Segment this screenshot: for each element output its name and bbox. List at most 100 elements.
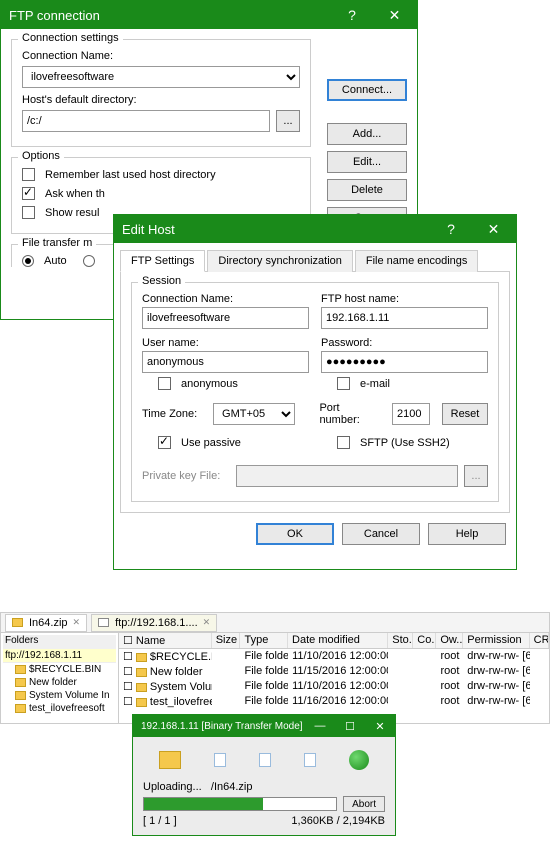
user-input[interactable]	[142, 351, 309, 373]
user-label: User name:	[142, 337, 199, 349]
tab-ftp-settings[interactable]: FTP Settings	[120, 250, 205, 272]
folder-icon	[136, 683, 147, 692]
table-row[interactable]: ☐ New folderFile folder11/15/2016 12:00:…	[119, 664, 549, 679]
folder-icon	[15, 665, 26, 674]
auto-label: Auto	[44, 255, 67, 267]
file-count: [ 1 / 1 ]	[143, 815, 177, 827]
other-radio[interactable]	[83, 255, 95, 267]
byte-count: 1,360KB / 2,194KB	[291, 815, 385, 827]
tab-archive[interactable]: In64.zip✕	[5, 614, 87, 632]
folder-icon	[15, 678, 26, 687]
close-icon[interactable]: ✕	[372, 1, 417, 29]
tab-dir-sync[interactable]: Directory synchronization	[207, 250, 353, 272]
remember-checkbox[interactable]	[22, 168, 35, 181]
xfer-titlebar: 192.168.1.11 [Binary Transfer Mode] — ☐ …	[133, 715, 395, 737]
edit-host-titlebar: Edit Host ? ✕	[114, 215, 516, 243]
port-input[interactable]	[392, 403, 430, 425]
pass-label: Password:	[321, 337, 372, 349]
close-icon[interactable]: ✕	[471, 215, 516, 243]
email-label: e-mail	[360, 378, 390, 390]
tree-item[interactable]: System Volume In	[3, 689, 116, 702]
file-list-pane: ☐ Name Size Type Date modified Sto... Co…	[119, 633, 549, 723]
table-row[interactable]: ☐ $RECYCLE.BINFile folder11/10/2016 12:0…	[119, 649, 549, 664]
host-input[interactable]	[321, 307, 488, 329]
folder-icon	[15, 704, 26, 713]
folder-icon	[136, 668, 147, 677]
remember-label: Remember last used host directory	[45, 169, 216, 181]
edit-button[interactable]: Edit...	[327, 151, 407, 173]
ftp-title: FTP connection	[9, 8, 332, 23]
options-legend: Options	[18, 150, 64, 162]
progress-bar	[143, 797, 337, 811]
delete-button[interactable]: Delete	[327, 179, 407, 201]
pass-input[interactable]	[321, 351, 488, 373]
port-label: Port number:	[319, 402, 380, 426]
connect-button[interactable]: Connect...	[327, 79, 407, 101]
cancel-button[interactable]: Cancel	[342, 523, 420, 545]
page-icon	[304, 753, 316, 767]
ask-label: Ask when th	[45, 188, 105, 200]
folder-tree-pane: Folders ftp://192.168.1.11 $RECYCLE.BINN…	[1, 633, 119, 723]
page-icon	[214, 753, 226, 767]
sftp-checkbox[interactable]	[337, 436, 350, 449]
tab-ftp[interactable]: ftp://192.168.1....✕	[91, 614, 217, 632]
auto-radio[interactable]	[22, 255, 34, 267]
address-bar[interactable]: ftp://192.168.1.11	[3, 649, 116, 663]
session-legend: Session	[138, 275, 185, 287]
folder-icon	[136, 698, 147, 707]
xfer-title: 192.168.1.11 [Binary Transfer Mode]	[141, 721, 305, 732]
help-icon[interactable]: ?	[431, 215, 471, 243]
passive-label: Use passive	[181, 437, 241, 449]
host-dir-input[interactable]	[22, 110, 270, 132]
edit-host-buttons: OK Cancel Help	[114, 513, 516, 555]
pkey-label: Private key File:	[142, 470, 230, 482]
abort-button[interactable]: Abort	[343, 796, 385, 812]
tree-item[interactable]: New folder	[3, 676, 116, 689]
tab-filename-enc[interactable]: File name encodings	[355, 250, 479, 272]
edit-host-dialog: Edit Host ? ✕ FTP Settings Directory syn…	[113, 214, 517, 570]
table-row[interactable]: ☐ System Volume InformationFile folder11…	[119, 679, 549, 694]
add-button[interactable]: Add...	[327, 123, 407, 145]
folder-icon	[159, 751, 181, 769]
connection-settings-group: Connection settings Connection Name: ilo…	[11, 39, 311, 147]
browse-dir-button[interactable]: ...	[276, 110, 300, 132]
anon-checkbox[interactable]	[158, 377, 171, 390]
page-icon	[259, 753, 271, 767]
show-checkbox[interactable]	[22, 206, 35, 219]
table-row[interactable]: ☐ test_ilovefreesoftwareFile folder11/16…	[119, 694, 549, 709]
close-icon[interactable]: ✕	[365, 715, 395, 737]
tree-item[interactable]: test_ilovefreesoft	[3, 702, 116, 715]
host-dir-label: Host's default directory:	[22, 94, 137, 106]
tz-label: Time Zone:	[142, 408, 201, 420]
email-checkbox[interactable]	[337, 377, 350, 390]
ftp-icon	[98, 618, 109, 627]
folder-icon	[136, 653, 147, 662]
folders-header: Folders	[3, 635, 116, 649]
tree-item[interactable]: $RECYCLE.BIN	[3, 663, 116, 676]
show-label: Show resul	[45, 207, 99, 219]
edit-host-title: Edit Host	[122, 222, 431, 237]
passive-checkbox[interactable]	[158, 436, 171, 449]
close-tab-icon[interactable]: ✕	[203, 617, 211, 628]
maximize-icon[interactable]: ☐	[335, 715, 365, 737]
conn-legend: Connection settings	[18, 32, 123, 44]
conn-name-select[interactable]: ilovefreesoftware	[22, 66, 300, 88]
globe-icon	[349, 750, 369, 770]
cname-input[interactable]	[142, 307, 309, 329]
sftp-label: SFTP (Use SSH2)	[360, 437, 450, 449]
ask-checkbox[interactable]	[22, 187, 35, 200]
ftp-titlebar: FTP connection ? ✕	[1, 1, 417, 29]
conn-name-label: Connection Name:	[22, 50, 113, 62]
ok-button[interactable]: OK	[256, 523, 334, 545]
reset-button[interactable]: Reset	[442, 403, 488, 425]
help-icon[interactable]: ?	[332, 1, 372, 29]
close-tab-icon[interactable]: ✕	[73, 617, 81, 628]
column-headers[interactable]: ☐ Name Size Type Date modified Sto... Co…	[119, 633, 549, 649]
transfer-animation	[143, 745, 385, 775]
tz-select[interactable]: GMT+05	[213, 403, 295, 425]
help-button[interactable]: Help	[428, 523, 506, 545]
minimize-icon[interactable]: —	[305, 715, 335, 737]
file-browser: In64.zip✕ ftp://192.168.1....✕ Folders f…	[0, 612, 550, 724]
archive-icon	[12, 618, 23, 627]
edit-host-tabs: FTP Settings Directory synchronization F…	[120, 249, 510, 272]
